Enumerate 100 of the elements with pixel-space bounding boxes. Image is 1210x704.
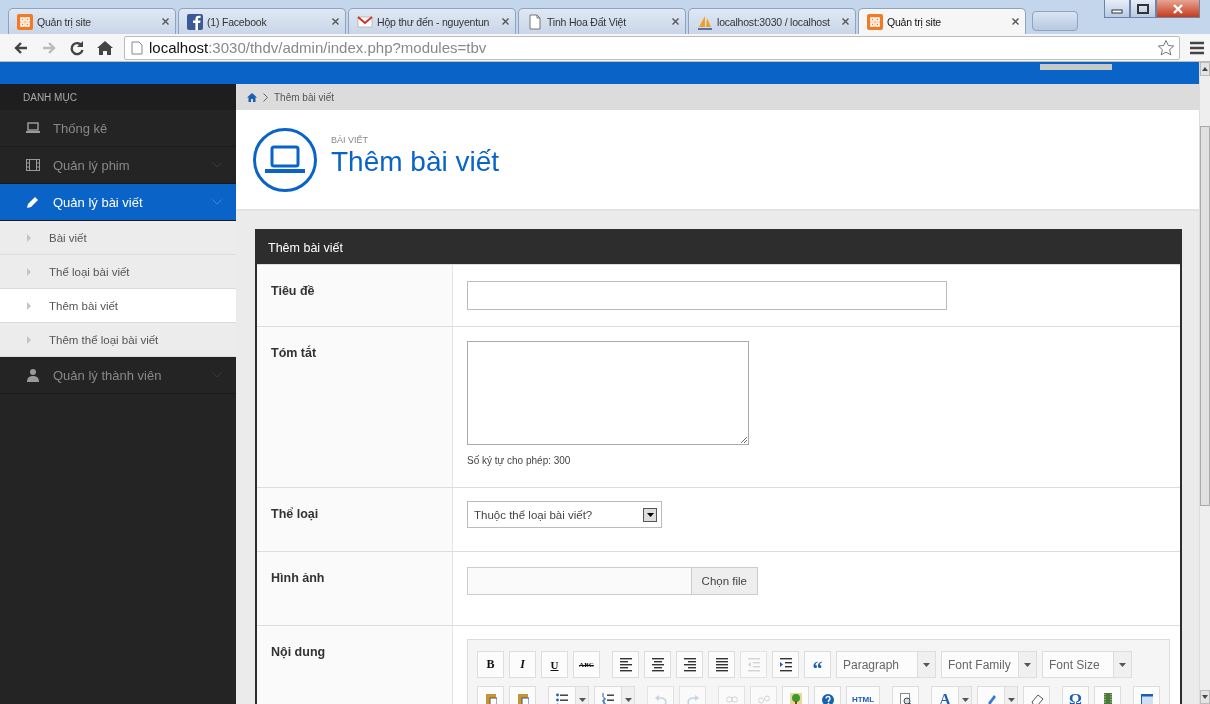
caret-down-icon (961, 697, 969, 702)
maximize-icon (1137, 3, 1149, 14)
app-icon (17, 13, 33, 30)
url-text: localhost:3030/thdv/admin/index.php?modules=tbv (149, 39, 488, 56)
field-label: Nội dung (271, 645, 326, 659)
highlighter-icon (985, 692, 997, 704)
scroll-down-icon[interactable] (1202, 695, 1208, 699)
format-select[interactable]: Font Size (1042, 651, 1132, 678)
browser-tab[interactable]: (1) Facebook (178, 8, 346, 34)
paste-icon (516, 692, 529, 704)
blockquote-button[interactable]: “ (804, 651, 831, 678)
align-left-button[interactable] (612, 651, 639, 678)
caret-down-icon (1007, 697, 1015, 702)
align-justify-icon (715, 657, 728, 672)
sidebar-item[interactable]: Quản lý bài viết (0, 184, 236, 221)
field-label: Tiêu đề (271, 284, 315, 298)
social-icon (187, 13, 203, 30)
html-button[interactable]: HTML (846, 686, 880, 704)
app-icon (867, 13, 883, 30)
helper-text: Số ký tự cho phép: 300 (467, 455, 572, 466)
bullet-list-icon (556, 692, 568, 704)
scrollbar[interactable] (1199, 62, 1210, 704)
page-icon (131, 40, 143, 55)
caret-right-icon (27, 267, 31, 276)
align-justify-button[interactable] (708, 651, 735, 678)
film-icon (1101, 692, 1114, 704)
numbered-list-icon (602, 692, 614, 704)
star-icon[interactable] (1157, 38, 1175, 57)
align-center-button[interactable] (644, 651, 671, 678)
font-color-button[interactable]: A (931, 686, 958, 704)
align-left-icon (619, 657, 632, 672)
caret-down-icon (1024, 662, 1031, 667)
format-select[interactable]: Font Family (941, 651, 1037, 678)
chevron-down-icon (212, 199, 222, 205)
address-bar[interactable]: localhost:3030/thdv/admin/index.php?modules=tbv (124, 35, 1180, 60)
paste-icon (484, 692, 497, 704)
home-button[interactable] (96, 38, 114, 57)
close-button[interactable] (1156, 0, 1200, 18)
laptop-icon (253, 127, 317, 192)
caret-down-icon (1119, 662, 1126, 667)
align-center-icon (651, 657, 664, 672)
menu-icon[interactable] (1190, 40, 1204, 55)
special-character-button[interactable]: Ω (1062, 686, 1089, 704)
redo-icon (686, 692, 699, 704)
maximize-button[interactable] (1130, 0, 1156, 18)
pencil-icon (26, 195, 40, 209)
chevron-right-icon (263, 92, 268, 102)
submenu-item[interactable]: Thêm bài viết (0, 289, 236, 323)
image-icon (789, 692, 802, 704)
caret-down-icon (624, 697, 632, 702)
submenu-item[interactable]: Bài viết (0, 221, 236, 255)
underline-button[interactable]: U (541, 651, 568, 678)
align-right-icon (683, 657, 696, 672)
help-icon (821, 692, 834, 704)
submenu-item[interactable]: Thể loại bài viết (0, 255, 236, 289)
home-icon[interactable] (247, 92, 257, 102)
indent-button[interactable] (772, 651, 799, 678)
caret-right-icon (27, 301, 31, 310)
field-label: Hình ảnh (271, 571, 325, 585)
unlink-icon (757, 692, 770, 704)
page-title: Thêm bài viết (331, 146, 500, 178)
undo-icon (654, 692, 667, 704)
caret-down-icon (578, 697, 586, 702)
close-icon (1172, 3, 1184, 14)
outdent-icon (747, 657, 760, 672)
laptop-icon (26, 122, 40, 134)
align-right-button[interactable] (676, 651, 703, 678)
caret-right-icon (27, 335, 31, 344)
eraser-icon (1030, 692, 1043, 704)
close-icon[interactable] (842, 18, 849, 25)
scroll-up-icon[interactable] (1202, 67, 1208, 71)
indent-icon (779, 657, 792, 672)
browser-tab[interactable]: Quản trị site (8, 8, 176, 34)
panel-title: Thêm bài viết (257, 231, 1180, 264)
bold-button[interactable]: B (477, 651, 504, 678)
section-label: BÀI VIẾT (331, 135, 368, 145)
caret-right-icon (27, 233, 31, 242)
italic-button[interactable]: I (509, 651, 536, 678)
page-icon (527, 13, 543, 30)
format-select[interactable]: Paragraph (836, 651, 936, 678)
close-icon[interactable] (162, 18, 169, 25)
breadcrumb-current: Thêm bài viết (274, 91, 335, 103)
browser-tab[interactable]: localhost:3030 / localhost (688, 8, 856, 34)
close-icon[interactable] (332, 18, 339, 25)
find-icon (899, 692, 912, 704)
caret-down-icon (923, 662, 930, 667)
close-icon[interactable] (502, 18, 509, 25)
sidebar-heading: DANH MỤC (0, 84, 236, 110)
field-label: Tóm tắt (271, 346, 317, 360)
close-icon[interactable] (1012, 18, 1019, 25)
mail-icon (357, 13, 373, 30)
resize-handle-icon (741, 437, 747, 443)
browser-tab[interactable]: Quản trị site (858, 8, 1026, 34)
sidebar-item[interactable]: Quản lý thành viên (0, 357, 236, 394)
category-select[interactable]: Thuộc thể loại bài viết? (467, 501, 662, 528)
browser-tab[interactable]: Hộp thư đến - nguyentun (348, 8, 516, 34)
submenu-item[interactable]: Thêm thể loại bài viết (0, 323, 236, 357)
close-icon[interactable] (672, 18, 679, 25)
browser-tab[interactable]: Tinh Hoa Đất Việt (518, 8, 686, 34)
title-input[interactable] (467, 281, 947, 310)
